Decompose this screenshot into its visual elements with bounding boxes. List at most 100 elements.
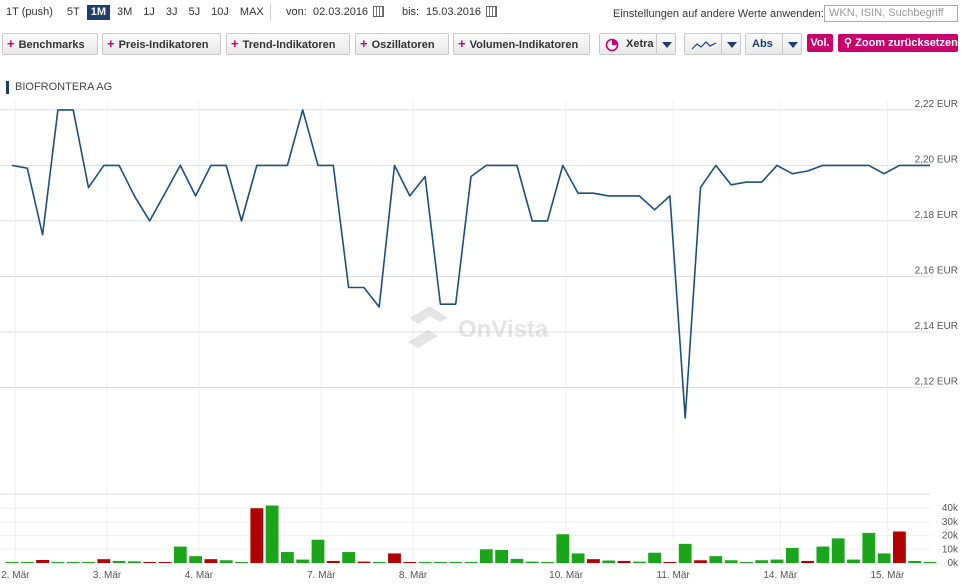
exchange-select[interactable]: Xetra (599, 33, 657, 55)
search-icon: ⚲ (844, 37, 853, 49)
volume-bar (388, 553, 401, 563)
indicator-toolbar: + Benchmarks + Preis-Indikatoren + Trend-In… (0, 33, 964, 57)
from-label: von: (286, 6, 307, 18)
plus-icon: + (7, 36, 15, 51)
range-5t[interactable]: 5T (63, 5, 84, 20)
volume-bar (143, 562, 157, 563)
volume-bar (265, 505, 279, 563)
x-tick-label: 3. Mär (93, 570, 122, 580)
y-tick-label: 2,16 EUR (915, 265, 958, 276)
from-date-input[interactable]: 02.03.2016 (313, 6, 368, 18)
chevron-down-icon[interactable] (656, 33, 676, 55)
volume-bar (495, 549, 508, 563)
volume-bar (862, 532, 876, 563)
volume-bar (755, 560, 769, 563)
volume-bar (189, 556, 202, 563)
x-tick-label: 10. Mär (549, 570, 584, 580)
divider (270, 4, 271, 21)
oscillators-label: Oszillatoren (371, 39, 435, 51)
volume-bar (5, 562, 19, 563)
y-tick-label: 2,20 EUR (915, 154, 958, 165)
volume-bar (342, 552, 355, 563)
volume-indicators-label: Volumen-Indikatoren (469, 39, 579, 51)
volume-bar (908, 560, 922, 563)
volume-bar (311, 539, 325, 563)
volume-bar (219, 560, 233, 563)
volume-bar (893, 531, 906, 563)
plus-icon: + (107, 36, 115, 51)
volume-bar (740, 562, 753, 563)
volume-bar (877, 553, 891, 563)
volume-bar (403, 562, 417, 563)
scale-select[interactable]: Abs (745, 33, 783, 55)
volume-bar (173, 546, 187, 563)
volume-indicators-button[interactable]: + Volumen-Indikatoren (453, 33, 590, 55)
volume-bar (66, 562, 80, 563)
range-3j[interactable]: 3J (162, 5, 182, 20)
search-input[interactable]: WKN, ISIN, Suchbegriff (824, 5, 958, 22)
calendar-icon[interactable] (373, 6, 384, 17)
volume-bar (235, 562, 248, 563)
oscillators-button[interactable]: + Oszillatoren (355, 33, 449, 55)
volume-bar (128, 561, 141, 563)
plus-icon: + (231, 36, 239, 51)
x-tick-label: 4. Mär (185, 570, 214, 580)
onvista-logo-icon (408, 306, 448, 348)
benchmarks-label: Benchmarks (18, 39, 85, 51)
volume-bar (847, 559, 860, 563)
volume-bar (434, 562, 447, 563)
volume-bar (801, 560, 814, 563)
volume-bar (541, 562, 554, 563)
x-tick-label: 2. Mär (1, 570, 30, 580)
to-label: bis: (402, 6, 420, 18)
pie-icon (605, 38, 619, 52)
volume-bar (694, 560, 707, 563)
volume-bar (418, 562, 432, 563)
range-3m[interactable]: 3M (113, 5, 136, 20)
volume-bar (510, 558, 524, 563)
volume-bar (479, 549, 493, 563)
y-tick-label: 2,22 EUR (915, 99, 958, 110)
volume-bar (449, 562, 463, 563)
chevron-down-icon[interactable] (721, 33, 741, 55)
price-line (11, 109, 930, 419)
benchmarks-button[interactable]: + Benchmarks (2, 33, 98, 55)
volume-bar (632, 561, 646, 563)
chevron-down-icon[interactable] (782, 33, 802, 55)
volume-bar (709, 556, 723, 563)
volume-tick-label: 0k (947, 558, 959, 569)
volume-bar (204, 559, 218, 563)
zoom-reset-button[interactable]: ⚲ Zoom zurücksetzen (838, 34, 958, 52)
volume-tick-label: 10k (942, 544, 959, 555)
range-max[interactable]: MAX (236, 5, 268, 20)
price-chart[interactable]: 2,22 EUR 2,20 EUR 2,18 EUR 2,16 EUR 2,14 EUR… (0, 88, 964, 580)
volume-bar (250, 508, 264, 563)
range-10j[interactable]: 10J (207, 5, 233, 20)
trend-indicators-button[interactable]: + Trend-Indikatoren (226, 33, 350, 55)
chart-type-select[interactable] (684, 33, 722, 55)
zoom-reset-label: Zoom zurücksetzen (855, 37, 958, 49)
volume-bar (326, 560, 340, 563)
to-date-input[interactable]: 15.03.2016 (426, 6, 481, 18)
y-tick-label: 2,18 EUR (915, 210, 958, 221)
volume-bar (51, 562, 65, 563)
volume-bar (770, 559, 784, 563)
volume-bar (20, 562, 34, 563)
y-tick-label: 2,14 EUR (915, 321, 958, 332)
plus-icon: + (360, 36, 368, 51)
range-1j[interactable]: 1J (139, 5, 159, 20)
volume-bar (816, 546, 830, 563)
volume-bar (602, 560, 616, 563)
price-indicators-button[interactable]: + Preis-Indikatoren (102, 33, 221, 55)
trend-indicators-label: Trend-Indikatoren (242, 39, 336, 51)
range-5j[interactable]: 5J (185, 5, 205, 20)
volume-bar (923, 562, 937, 563)
x-tick-label: 8. Mär (399, 570, 428, 580)
volume-toggle-button[interactable]: Vol. (807, 34, 833, 52)
range-1m[interactable]: 1M (86, 5, 110, 20)
line-chart-icon (691, 41, 717, 50)
range-1t-push[interactable]: 1T (push) (6, 5, 57, 20)
range-selector: 1T (push) 5T 1M 3M 1J 3J 5J 10J MAX (6, 5, 271, 20)
calendar-icon[interactable] (486, 6, 497, 17)
volume-tick-label: 20k (942, 531, 959, 542)
